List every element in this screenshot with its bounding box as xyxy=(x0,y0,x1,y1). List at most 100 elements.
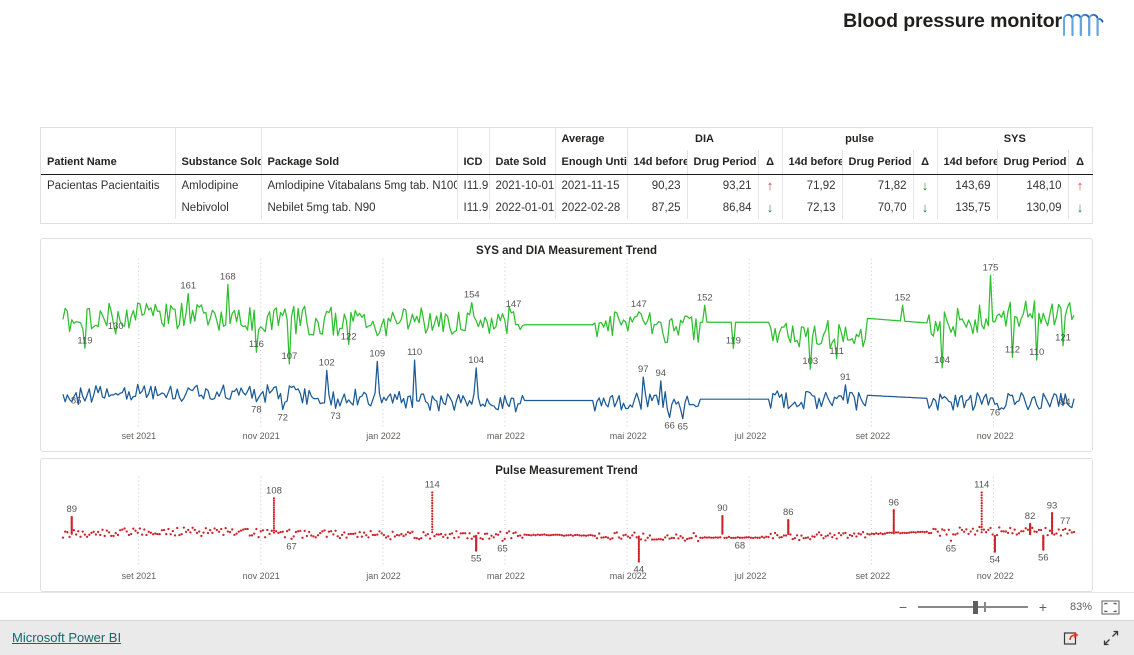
microsoft-power-bi-link[interactable]: Microsoft Power BI xyxy=(12,630,121,645)
arrow-up-icon: ↑ xyxy=(1076,178,1084,193)
pulse-trend-chart[interactable]: Pulse Measurement Trend 89 108 67 114 65 55 44… xyxy=(40,458,1093,592)
column-header-pulse-14d-before[interactable]: 14d before xyxy=(782,150,843,175)
fullscreen-icon[interactable] xyxy=(1102,629,1120,647)
sys-data-label: 152 xyxy=(697,292,713,303)
column-header-icd[interactable]: ICD xyxy=(457,150,490,175)
sys-data-label: 104 xyxy=(934,355,950,366)
cell-sys-drug-period: 130,09 xyxy=(997,197,1069,219)
sys-data-label: 110 xyxy=(1029,347,1044,358)
table-group-header-row: Average DIA pulse SYS xyxy=(41,128,1092,150)
column-header-dia-14d-before[interactable]: 14d before xyxy=(627,150,688,175)
column-header-dia-drug-period[interactable]: Drug Period xyxy=(687,150,759,175)
sys-dia-plot: 119 130 161 168 116 107 122 154 147 147 152 119 103 1… xyxy=(62,258,1075,433)
sys-data-label: 103 xyxy=(802,356,818,367)
sys-dia-trend-chart[interactable]: SYS and DIA Measurement Trend 119 130 161 1… xyxy=(40,238,1093,452)
zoom-in-button[interactable]: + xyxy=(1037,600,1049,614)
x-axis-tick: set 2021 xyxy=(121,571,157,581)
arrow-down-icon: ↓ xyxy=(766,200,774,215)
dia-data-label: 84 xyxy=(1060,397,1071,408)
column-header-pulse-drug-period[interactable]: Drug Period xyxy=(842,150,914,175)
group-header-average: Average xyxy=(555,128,628,150)
column-header-substance-sold[interactable]: Substance Sold xyxy=(175,150,262,175)
x-axis-tick: nov 2021 xyxy=(242,431,280,441)
table-column-header-row: Patient Name Substance Sold Package Sold… xyxy=(41,150,1093,175)
group-header-pulse: pulse xyxy=(782,128,938,150)
column-header-date-sold[interactable]: Date Sold xyxy=(489,150,556,175)
cell-patient-name xyxy=(41,197,176,219)
zoom-controls: − + 83% xyxy=(897,593,1120,621)
x-axis-tick: jul 2022 xyxy=(734,571,767,581)
pulse-data-label: 82 xyxy=(1025,510,1036,521)
zoom-slider[interactable] xyxy=(918,600,1028,614)
group-header-blank-4 xyxy=(457,128,490,150)
arrow-down-icon: ↓ xyxy=(921,178,929,193)
cell-dia-drug-period: 86,84 xyxy=(687,197,759,219)
column-header-sys-delta[interactable]: Δ xyxy=(1068,150,1093,175)
pulse-data-label: 86 xyxy=(783,506,794,517)
column-header-patient-name[interactable]: Patient Name xyxy=(41,150,176,175)
column-header-package-sold[interactable]: Package Sold xyxy=(261,150,458,175)
cell-pulse-delta: ↓ xyxy=(913,197,938,219)
pulse-data-label: 114 xyxy=(974,479,989,490)
x-axis-tick: mai 2022 xyxy=(609,431,647,441)
sys-data-label: 121 xyxy=(1055,333,1071,344)
cell-sys-delta: ↑ xyxy=(1068,174,1093,197)
cell-substance-sold: Nebivolol xyxy=(175,197,262,219)
pulse-data-label: 54 xyxy=(990,553,1001,564)
sys-data-label: 154 xyxy=(464,290,480,301)
group-header-blank-1 xyxy=(41,128,176,150)
dia-data-label: 73 xyxy=(330,411,341,422)
column-header-sys-drug-period[interactable]: Drug Period xyxy=(997,150,1069,175)
pulse-data-label: 68 xyxy=(735,540,746,551)
sys-data-label: 147 xyxy=(506,299,522,310)
pulse-data-label: 93 xyxy=(1047,499,1058,510)
dia-data-label: 104 xyxy=(468,355,484,366)
cell-enough-until: 2022-02-28 xyxy=(555,197,628,219)
report-canvas: Blood pressure monitor Average DIA pulse… xyxy=(0,0,1134,592)
pulse-data-label: 77 xyxy=(1060,515,1071,526)
cell-pulse-14d-before: 72,13 xyxy=(782,197,843,219)
x-axis-tick: nov 2022 xyxy=(976,431,1014,441)
table-row[interactable]: Nebivolol Nebilet 5mg tab. N90 I11.9 202… xyxy=(41,197,1093,219)
x-axis-labels: set 2021 nov 2021 jan 2022 mar 2022 mai 2022… xyxy=(41,431,1092,445)
sys-data-label: 111 xyxy=(829,346,843,357)
column-header-dia-delta[interactable]: Δ xyxy=(758,150,783,175)
cell-icd: I11.9 xyxy=(457,197,490,219)
cell-date-sold: 2022-01-01 xyxy=(489,197,556,219)
cell-dia-delta: ↑ xyxy=(758,174,783,197)
dia-data-label: 91 xyxy=(840,372,851,383)
cell-sys-14d-before: 143,69 xyxy=(937,174,998,197)
cell-patient-name: Pacientas Pacientaitis xyxy=(41,174,176,197)
x-axis-tick: nov 2022 xyxy=(976,571,1014,581)
sys-data-label: 168 xyxy=(220,271,236,282)
dia-data-label: 66 xyxy=(664,420,675,431)
share-icon[interactable] xyxy=(1063,629,1081,647)
pulse-data-label: 108 xyxy=(266,485,282,496)
cell-pulse-delta: ↓ xyxy=(913,174,938,197)
table-row[interactable]: Pacientas Pacientaitis Amlodipine Amlodi… xyxy=(41,174,1093,197)
x-axis-tick: set 2021 xyxy=(121,431,157,441)
x-axis-tick: jan 2022 xyxy=(366,571,401,581)
patient-medication-table[interactable]: Average DIA pulse SYS Patient Name Subst… xyxy=(40,127,1093,224)
fit-to-page-icon[interactable] xyxy=(1101,600,1120,615)
arrow-down-icon: ↓ xyxy=(1076,200,1084,215)
page-title: Blood pressure monitor xyxy=(843,10,1062,32)
cell-icd: I11.9 xyxy=(457,174,490,197)
sys-data-label: 119 xyxy=(726,335,741,346)
arrow-up-icon: ↑ xyxy=(766,178,774,193)
cell-pulse-drug-period: 70,70 xyxy=(842,197,914,219)
dia-data-label: 78 xyxy=(251,405,262,416)
sys-data-label: 116 xyxy=(249,339,264,350)
zoom-slider-notch xyxy=(984,602,986,612)
x-axis-tick: mar 2022 xyxy=(486,431,525,441)
column-header-pulse-delta[interactable]: Δ xyxy=(913,150,938,175)
cell-dia-drug-period: 93,21 xyxy=(687,174,759,197)
column-header-sys-14d-before[interactable]: 14d before xyxy=(937,150,998,175)
power-bi-report-viewer: Blood pressure monitor Average DIA pulse… xyxy=(0,0,1134,655)
zoom-out-button[interactable]: − xyxy=(897,600,909,614)
sys-data-label: 152 xyxy=(895,292,911,303)
x-axis-tick: mai 2022 xyxy=(609,571,647,581)
zoom-slider-thumb[interactable] xyxy=(973,601,978,614)
column-header-enough-until[interactable]: Enough Until xyxy=(555,150,628,175)
dia-data-label: 110 xyxy=(407,347,422,358)
